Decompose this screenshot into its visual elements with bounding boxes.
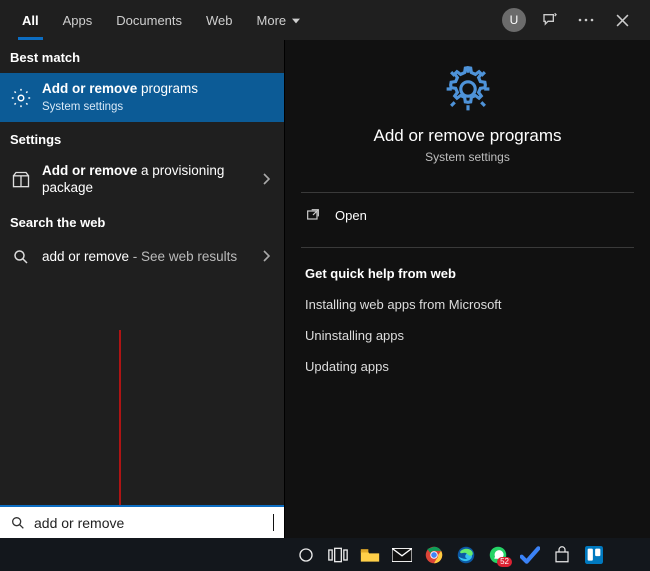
tab-label: Web bbox=[206, 13, 233, 28]
result-subtitle: System settings bbox=[42, 100, 274, 114]
chrome-icon[interactable] bbox=[424, 545, 444, 565]
cortana-icon[interactable] bbox=[296, 545, 316, 565]
tab-label: Documents bbox=[116, 13, 182, 28]
quick-help-item[interactable]: Updating apps bbox=[285, 351, 650, 382]
search-topbar: All Apps Documents Web More U bbox=[0, 0, 650, 40]
tab-documents[interactable]: Documents bbox=[104, 0, 194, 40]
section-settings: Settings bbox=[0, 122, 284, 155]
result-title-rest: programs bbox=[137, 81, 198, 96]
feedback-icon[interactable] bbox=[538, 8, 562, 32]
preview-title: Add or remove programs bbox=[295, 126, 640, 146]
chevron-right-icon bbox=[258, 250, 274, 265]
section-web: Search the web bbox=[0, 205, 284, 238]
tab-label: All bbox=[22, 13, 39, 28]
preview-pane: Add or remove programs System settings O… bbox=[284, 40, 650, 538]
open-button[interactable]: Open bbox=[285, 193, 650, 237]
result-title-bold: Add or remove bbox=[42, 163, 137, 178]
tab-label: More bbox=[257, 13, 287, 28]
user-avatar[interactable]: U bbox=[502, 8, 526, 32]
open-label: Open bbox=[335, 208, 367, 223]
tab-apps[interactable]: Apps bbox=[51, 0, 105, 40]
notification-badge: 52 bbox=[497, 557, 512, 567]
tab-web[interactable]: Web bbox=[194, 0, 245, 40]
topbar-actions: U bbox=[502, 8, 644, 32]
preview-subtitle: System settings bbox=[295, 150, 640, 164]
scope-tabs: All Apps Documents Web More bbox=[10, 0, 312, 40]
avatar-initial: U bbox=[510, 13, 519, 27]
edge-icon[interactable] bbox=[456, 545, 476, 565]
store-icon[interactable] bbox=[552, 545, 572, 565]
chevron-right-icon bbox=[258, 173, 274, 188]
search-input[interactable] bbox=[34, 515, 271, 531]
search-body: Best match Add or remove programs System… bbox=[0, 40, 650, 538]
open-icon bbox=[305, 207, 321, 223]
quick-help-label: Updating apps bbox=[305, 359, 389, 374]
gear-icon bbox=[441, 62, 495, 116]
tab-label: Apps bbox=[63, 13, 93, 28]
quick-help-label: Uninstalling apps bbox=[305, 328, 404, 343]
result-web-item[interactable]: add or remove - See web results bbox=[0, 238, 284, 276]
result-best-match[interactable]: Add or remove programs System settings bbox=[0, 73, 284, 122]
search-icon bbox=[10, 246, 32, 268]
task-view-icon[interactable] bbox=[328, 545, 348, 565]
quick-help-item[interactable]: Uninstalling apps bbox=[285, 320, 650, 351]
result-text: add or remove - See web results bbox=[42, 249, 248, 266]
trello-icon[interactable] bbox=[584, 545, 604, 565]
mail-icon[interactable] bbox=[392, 545, 412, 565]
whatsapp-icon[interactable]: 52 bbox=[488, 545, 508, 565]
more-options-icon[interactable] bbox=[574, 8, 598, 32]
search-icon bbox=[10, 515, 26, 531]
search-box[interactable] bbox=[0, 505, 284, 538]
chevron-down-icon bbox=[292, 13, 300, 28]
package-icon bbox=[10, 169, 32, 191]
results-pane: Best match Add or remove programs System… bbox=[0, 40, 284, 538]
result-settings-item[interactable]: Add or remove a provisioning package bbox=[0, 155, 284, 205]
quick-help-header: Get quick help from web bbox=[285, 248, 650, 289]
tab-more[interactable]: More bbox=[245, 0, 313, 40]
close-icon[interactable] bbox=[610, 8, 634, 32]
preview-hero: Add or remove programs System settings bbox=[285, 40, 650, 182]
section-best-match: Best match bbox=[0, 40, 284, 73]
taskbar-icons: 52 bbox=[284, 545, 616, 565]
text-caret bbox=[273, 514, 274, 531]
tab-all[interactable]: All bbox=[10, 0, 51, 40]
quick-help-label: Installing web apps from Microsoft bbox=[305, 297, 502, 312]
taskbar: 52 bbox=[0, 538, 650, 571]
todo-icon[interactable] bbox=[520, 545, 540, 565]
result-suffix: - See web results bbox=[129, 249, 237, 264]
result-title-bold: add or remove bbox=[42, 249, 129, 264]
result-text: Add or remove a provisioning package bbox=[42, 163, 248, 197]
gear-icon bbox=[10, 87, 32, 109]
result-text: Add or remove programs System settings bbox=[42, 81, 274, 114]
file-explorer-icon[interactable] bbox=[360, 545, 380, 565]
quick-help-item[interactable]: Installing web apps from Microsoft bbox=[285, 289, 650, 320]
result-title-bold: Add or remove bbox=[42, 81, 137, 96]
